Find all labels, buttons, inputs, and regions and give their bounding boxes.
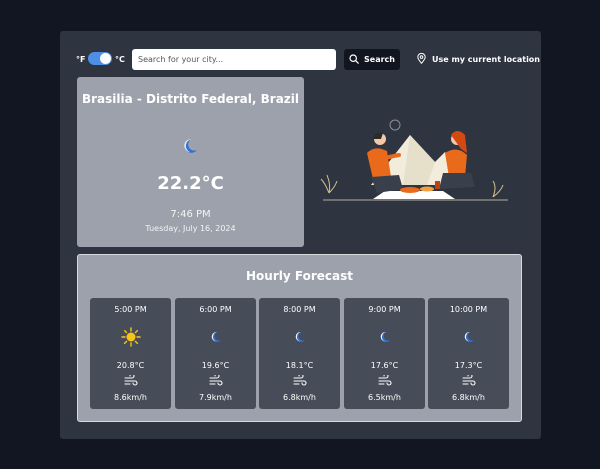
moon-icon [344,327,425,347]
hourly-forecast-card: Hourly Forecast 5:00 PM 20.8°C 8.6km/h 6… [77,254,522,422]
unit-celsius-label: °C [115,55,125,64]
hour-item: 9:00 PM 17.6°C 6.5km/h [344,298,425,409]
hour-wind-speed: 6.5km/h [368,393,401,402]
hour-wind-speed: 7.9km/h [199,393,232,402]
hour-time: 10:00 PM [449,305,488,314]
hour-time: 8:00 PM [283,305,316,314]
toolbar: °F °C Search Use my current location [60,31,541,76]
sun-icon [90,327,171,347]
hour-temperature: 20.8°C [116,361,145,370]
hour-temperature: 19.6°C [201,361,230,370]
hourly-forecast-title: Hourly Forecast [246,269,353,283]
use-current-location-label: Use my current location [432,55,540,64]
hour-temperature: 17.6°C [370,361,399,370]
hour-temperature: 18.1°C [285,361,314,370]
hour-time: 9:00 PM [368,305,401,314]
use-current-location-button[interactable]: Use my current location [417,52,540,67]
city-name: Brasilia - Distrito Federal, Brazil [81,92,300,106]
wind-icon [175,375,256,387]
unit-toggle[interactable] [88,52,112,65]
search-button[interactable]: Search [344,49,400,70]
moon-icon [175,327,256,347]
hour-wind-speed: 8.6km/h [114,393,147,402]
hour-wind-speed: 6.8km/h [452,393,485,402]
hour-item: 8:00 PM 18.1°C 6.8km/h [259,298,340,409]
wind-icon [428,375,509,387]
moon-icon [259,327,340,347]
hour-temperature: 17.3°C [454,361,483,370]
moon-icon [181,137,199,159]
location-pin-icon [417,52,426,66]
toggle-knob [100,53,111,64]
hour-time: 5:00 PM [114,305,147,314]
wind-icon [90,375,171,387]
hour-time: 6:00 PM [199,305,232,314]
wind-icon [344,375,425,387]
hour-wind-speed: 6.8km/h [283,393,316,402]
current-temperature: 22.2°C [157,173,224,194]
moon-icon [428,327,509,347]
hour-item: 6:00 PM 19.6°C 7.9km/h [175,298,256,409]
picnic-illustration [315,117,515,237]
city-search-input[interactable] [132,49,336,70]
weather-app: °F °C Search Use my current location [60,31,541,439]
current-weather-card: Brasilia - Distrito Federal, Brazil 22.2… [77,77,304,247]
current-date: Tuesday, July 16, 2024 [145,224,236,233]
hour-item: 5:00 PM 20.8°C 8.6km/h [90,298,171,409]
wind-icon [259,375,340,387]
search-button-label: Search [364,55,395,64]
hour-item: 10:00 PM 17.3°C 6.8km/h [428,298,509,409]
current-time: 7:46 PM [170,209,211,220]
search-icon [349,53,359,66]
unit-fahrenheit-label: °F [76,55,86,64]
